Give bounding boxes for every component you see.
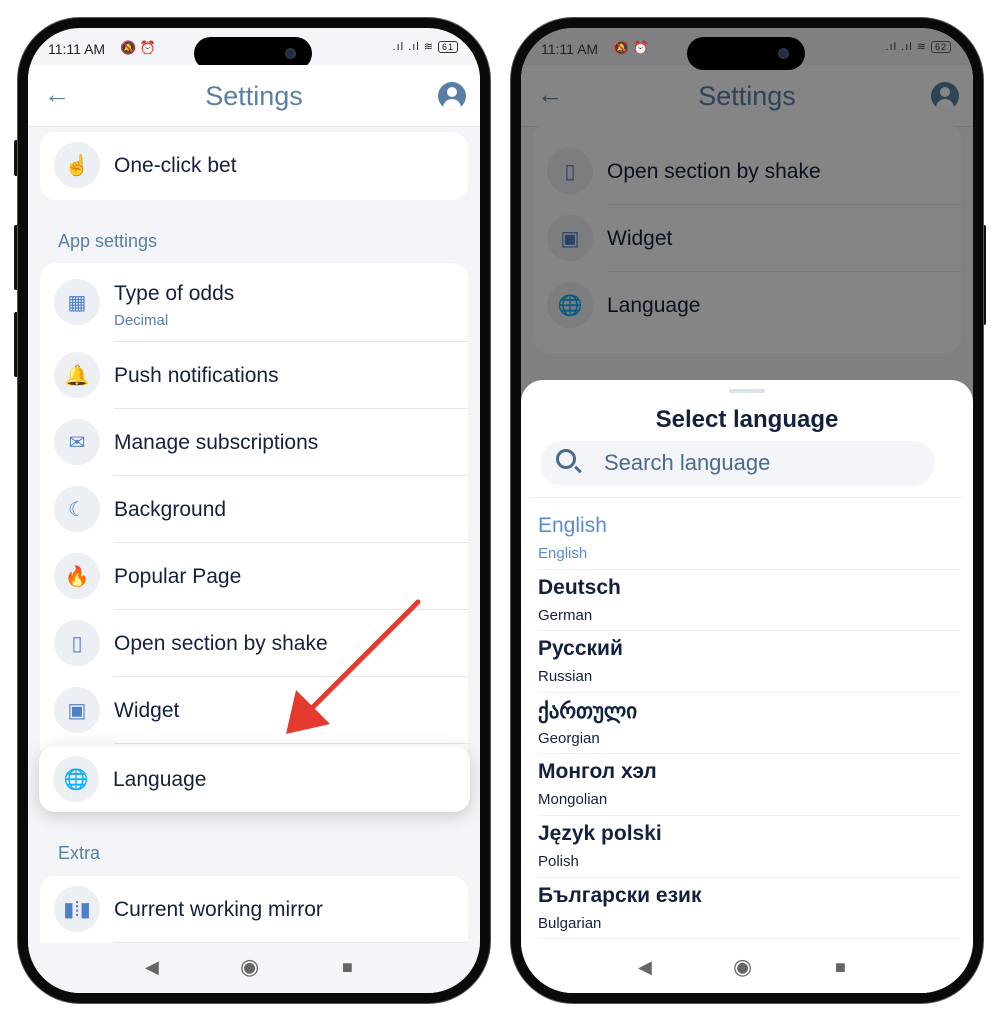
language-english-name: Polish — [538, 853, 579, 870]
camera-island — [687, 37, 805, 70]
language-english-name: German — [538, 606, 593, 624]
language-option[interactable]: Język polski Polish — [538, 816, 960, 878]
language-native-name: Język polski — [538, 822, 662, 845]
language-sheet: Select language English EnglishDeutsch G… — [521, 380, 973, 993]
phone-right: 11:11 AM 🔕 ⏰ .ıl .ıl ≋ 62 ← Settings ▯ Ope… — [511, 18, 983, 1003]
status-icons: 🔕 ⏰ — [613, 40, 649, 55]
language-native-name: ქართული — [538, 699, 638, 723]
language-option[interactable]: English English — [538, 508, 960, 570]
language-native-name: Монгол хэл — [538, 760, 657, 784]
language-option[interactable]: Deutsch German — [538, 570, 960, 632]
language-native-name: Deutsch — [538, 575, 621, 599]
sheet-title: Select language — [655, 406, 839, 433]
language-english-name: Mongolian — [538, 791, 608, 809]
language-native-name: English — [538, 514, 607, 537]
nav-home-icon[interactable]: ◉ — [733, 954, 752, 980]
battery-icon: 62 — [930, 41, 951, 53]
nav-back-icon[interactable]: ◀ — [638, 957, 652, 978]
drag-handle[interactable] — [729, 389, 765, 393]
language-option[interactable]: Монгол хэл Mongolian — [538, 754, 960, 816]
search-icon — [556, 449, 576, 469]
language-english-name: Russian — [538, 668, 593, 686]
language-option[interactable]: ქართული Georgian — [538, 693, 960, 755]
search-input[interactable] — [604, 450, 904, 476]
red-arrow-annotation — [286, 599, 421, 734]
language-english-name: Bulgarian — [538, 914, 602, 932]
language-option[interactable]: Русский Russian — [538, 631, 960, 693]
nav-recents-icon[interactable]: ■ — [835, 957, 846, 978]
android-nav-bar: ◀ ◉ ■ — [521, 943, 973, 993]
language-english-name: English — [538, 545, 588, 562]
language-native-name: Български език — [538, 883, 702, 907]
language-english-name: Georgian — [538, 729, 600, 747]
language-native-name: Русский — [538, 637, 623, 661]
signal-wifi-battery: .ıl .ıl ≋ 62 — [886, 40, 951, 53]
divider — [529, 497, 965, 498]
language-option[interactable]: Български език Bulgarian — [538, 878, 960, 940]
status-time: 11:11 AM — [541, 41, 599, 57]
search-field[interactable] — [540, 441, 935, 486]
phone-left: 11:11 AM 🔕 ⏰ .ıl .ıl ≋ 61 ← Settings ☝ On… — [18, 18, 490, 1003]
